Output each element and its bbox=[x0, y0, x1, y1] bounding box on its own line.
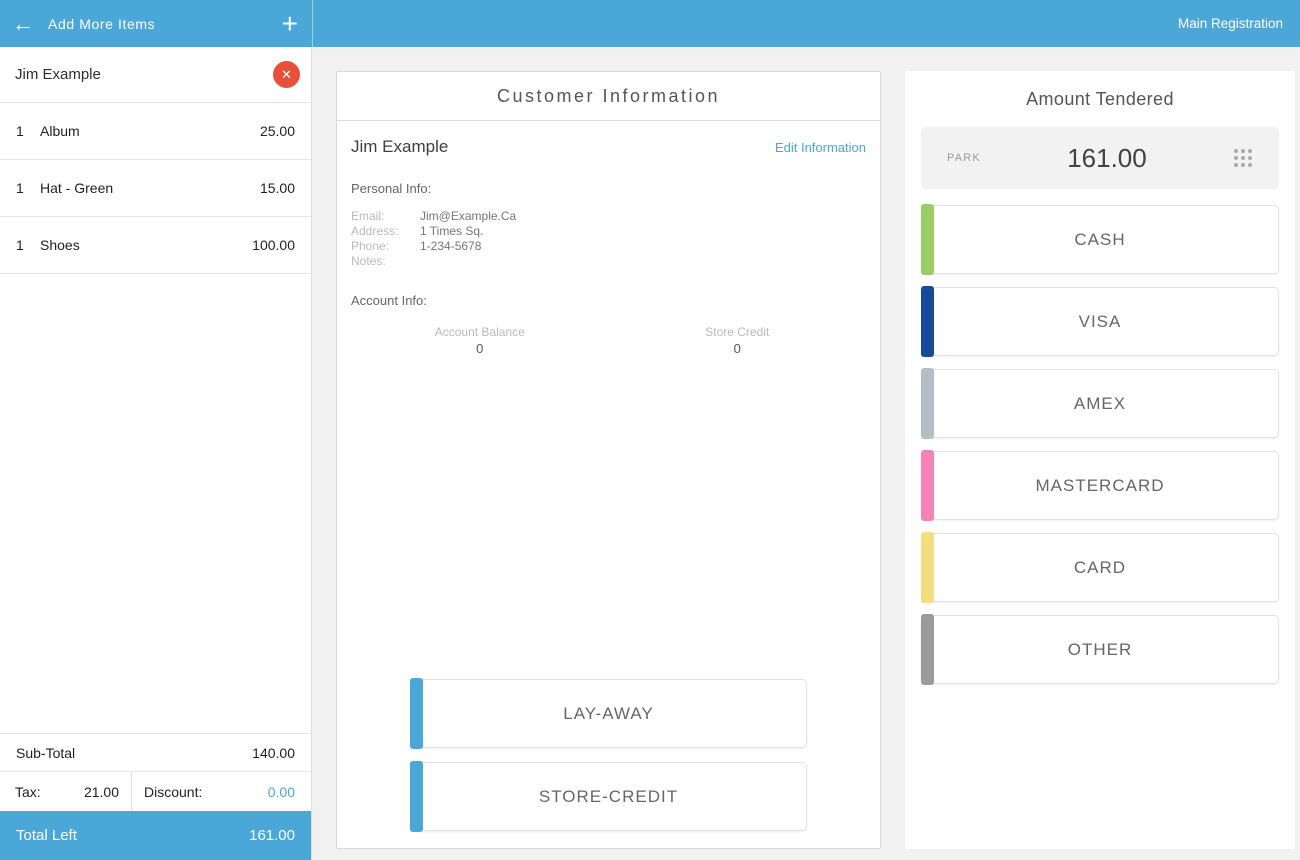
pay-card-button[interactable]: CARD bbox=[921, 532, 1279, 603]
cart-empty-space bbox=[0, 274, 311, 733]
item-qty: 1 bbox=[16, 237, 24, 253]
pay-visa-label: VISA bbox=[1078, 311, 1122, 331]
store-credit-button[interactable]: STORE-CREDIT bbox=[410, 761, 807, 832]
tax-discount-row: Tax: 21.00 Discount: 0.00 bbox=[0, 771, 311, 811]
tender-amount-row: PARK 161.00 bbox=[921, 127, 1279, 189]
address-value: 1 Times Sq. bbox=[420, 224, 484, 238]
remove-customer-icon[interactable]: ✕ bbox=[273, 61, 300, 88]
page-body: Jim Example ✕ 1 Album 25.00 1 Hat - Gree… bbox=[0, 47, 1300, 860]
discount-cell: Discount: 0.00 bbox=[132, 772, 311, 811]
store-credit-col: Store Credit 0 bbox=[609, 325, 867, 356]
tax-cell: Tax: 21.00 bbox=[0, 772, 132, 811]
accent-bar bbox=[921, 204, 934, 275]
customer-info-body: Jim Example Edit Information Personal In… bbox=[337, 121, 880, 848]
total-left-value: 161.00 bbox=[249, 827, 295, 844]
pay-other-label: OTHER bbox=[1067, 639, 1133, 659]
payment-method-list: CASH VISA AMEX MASTERCARD CARD OTHER bbox=[921, 204, 1279, 697]
register-name[interactable]: Main Registration bbox=[1178, 16, 1283, 31]
back-arrow-icon[interactable]: ← bbox=[12, 12, 34, 35]
account-info-label: Account Info: bbox=[351, 293, 427, 308]
subtotal-value: 140.00 bbox=[252, 744, 295, 761]
item-name: Album bbox=[40, 123, 80, 139]
pay-visa-button[interactable]: VISA bbox=[921, 286, 1279, 357]
amount-tendered-panel: Amount Tendered PARK 161.00 CASH VISA AM… bbox=[905, 71, 1295, 849]
total-left-bar: Total Left 161.00 bbox=[0, 811, 311, 860]
phone-label: Phone: bbox=[351, 239, 390, 253]
notes-value bbox=[420, 254, 866, 269]
pay-card-label: CARD bbox=[1073, 557, 1127, 577]
accent-bar bbox=[921, 614, 934, 685]
subtotal-row: Sub-Total 140.00 bbox=[0, 733, 311, 771]
store-credit-label: Store Credit bbox=[705, 325, 770, 339]
cart-item-row[interactable]: 1 Hat - Green 15.00 bbox=[0, 160, 311, 217]
total-left-label: Total Left bbox=[16, 827, 77, 844]
item-name: Shoes bbox=[40, 237, 80, 253]
email-value: Jim@Example.Ca bbox=[420, 209, 517, 223]
discount-label: Discount: bbox=[144, 783, 203, 800]
pay-other-button[interactable]: OTHER bbox=[921, 614, 1279, 685]
pay-mastercard-button[interactable]: MASTERCARD bbox=[921, 450, 1279, 521]
accent-bar bbox=[921, 450, 934, 521]
main-area: Customer Information Jim Example Edit In… bbox=[312, 47, 1300, 860]
accent-bar bbox=[921, 368, 934, 439]
pay-cash-label: CASH bbox=[1074, 229, 1126, 249]
item-price: 25.00 bbox=[259, 123, 295, 139]
discount-value[interactable]: 0.00 bbox=[268, 784, 295, 800]
lay-away-label: LAY-AWAY bbox=[563, 703, 654, 723]
tax-label: Tax: bbox=[15, 783, 41, 800]
pay-amex-label: AMEX bbox=[1073, 393, 1127, 413]
customer-info-title: Customer Information bbox=[337, 72, 880, 121]
edit-information-link[interactable]: Edit Information bbox=[775, 140, 866, 155]
account-balance-label: Account Balance bbox=[434, 325, 525, 339]
add-more-items-label: Add More Items bbox=[48, 15, 156, 32]
cart-customer-name: Jim Example bbox=[15, 66, 101, 83]
customer-action-buttons: LAY-AWAY STORE-CREDIT bbox=[410, 678, 807, 832]
item-qty: 1 bbox=[16, 123, 24, 139]
accent-bar bbox=[410, 678, 423, 749]
cart-item-row[interactable]: 1 Shoes 100.00 bbox=[0, 217, 311, 274]
pay-cash-button[interactable]: CASH bbox=[921, 204, 1279, 275]
phone-value: 1-234-5678 bbox=[420, 239, 482, 253]
item-name: Hat - Green bbox=[40, 180, 114, 196]
add-more-items-bar[interactable]: ← Add More Items + bbox=[0, 0, 313, 47]
accent-bar bbox=[921, 286, 934, 357]
item-price: 15.00 bbox=[259, 180, 295, 196]
plus-icon[interactable]: + bbox=[282, 9, 298, 38]
cart-panel: Jim Example ✕ 1 Album 25.00 1 Hat - Gree… bbox=[0, 47, 312, 860]
customer-name: Jim Example bbox=[351, 137, 449, 156]
tender-amount-value: 161.00 bbox=[1067, 142, 1147, 173]
customer-name-row: Jim Example Edit Information bbox=[351, 137, 866, 157]
account-balance-value: 0 bbox=[476, 341, 484, 356]
account-columns: Account Balance 0 Store Credit 0 bbox=[351, 325, 866, 356]
personal-info-fields: Email: Jim@Example.Ca Address: 1 Times S… bbox=[351, 209, 866, 269]
cart-item-row[interactable]: 1 Album 25.00 bbox=[0, 103, 311, 160]
store-credit-value: 0 bbox=[733, 341, 741, 356]
item-price: 100.00 bbox=[252, 237, 295, 253]
accent-bar bbox=[921, 532, 934, 603]
store-credit-button-label: STORE-CREDIT bbox=[538, 786, 679, 806]
keypad-icon[interactable] bbox=[1233, 148, 1253, 168]
register-bar: Main Registration bbox=[313, 0, 1300, 47]
pay-mastercard-label: MASTERCARD bbox=[1035, 475, 1165, 495]
subtotal-label: Sub-Total bbox=[16, 744, 76, 761]
tax-value: 21.00 bbox=[83, 783, 119, 800]
pay-amex-button[interactable]: AMEX bbox=[921, 368, 1279, 439]
item-qty: 1 bbox=[16, 180, 24, 196]
email-label: Email: bbox=[351, 209, 385, 223]
lay-away-button[interactable]: LAY-AWAY bbox=[410, 678, 807, 749]
amount-tendered-title: Amount Tendered bbox=[1026, 89, 1174, 109]
address-label: Address: bbox=[351, 224, 399, 238]
notes-label: Notes: bbox=[351, 254, 386, 268]
account-balance-col: Account Balance 0 bbox=[351, 325, 609, 356]
personal-info-label: Personal Info: bbox=[351, 181, 432, 196]
cart-customer-row: Jim Example ✕ bbox=[0, 47, 311, 103]
accent-bar bbox=[410, 761, 423, 832]
park-button[interactable]: PARK bbox=[947, 152, 981, 164]
top-bar: ← Add More Items + Main Registration bbox=[0, 0, 1300, 47]
customer-information-card: Customer Information Jim Example Edit In… bbox=[336, 71, 881, 849]
